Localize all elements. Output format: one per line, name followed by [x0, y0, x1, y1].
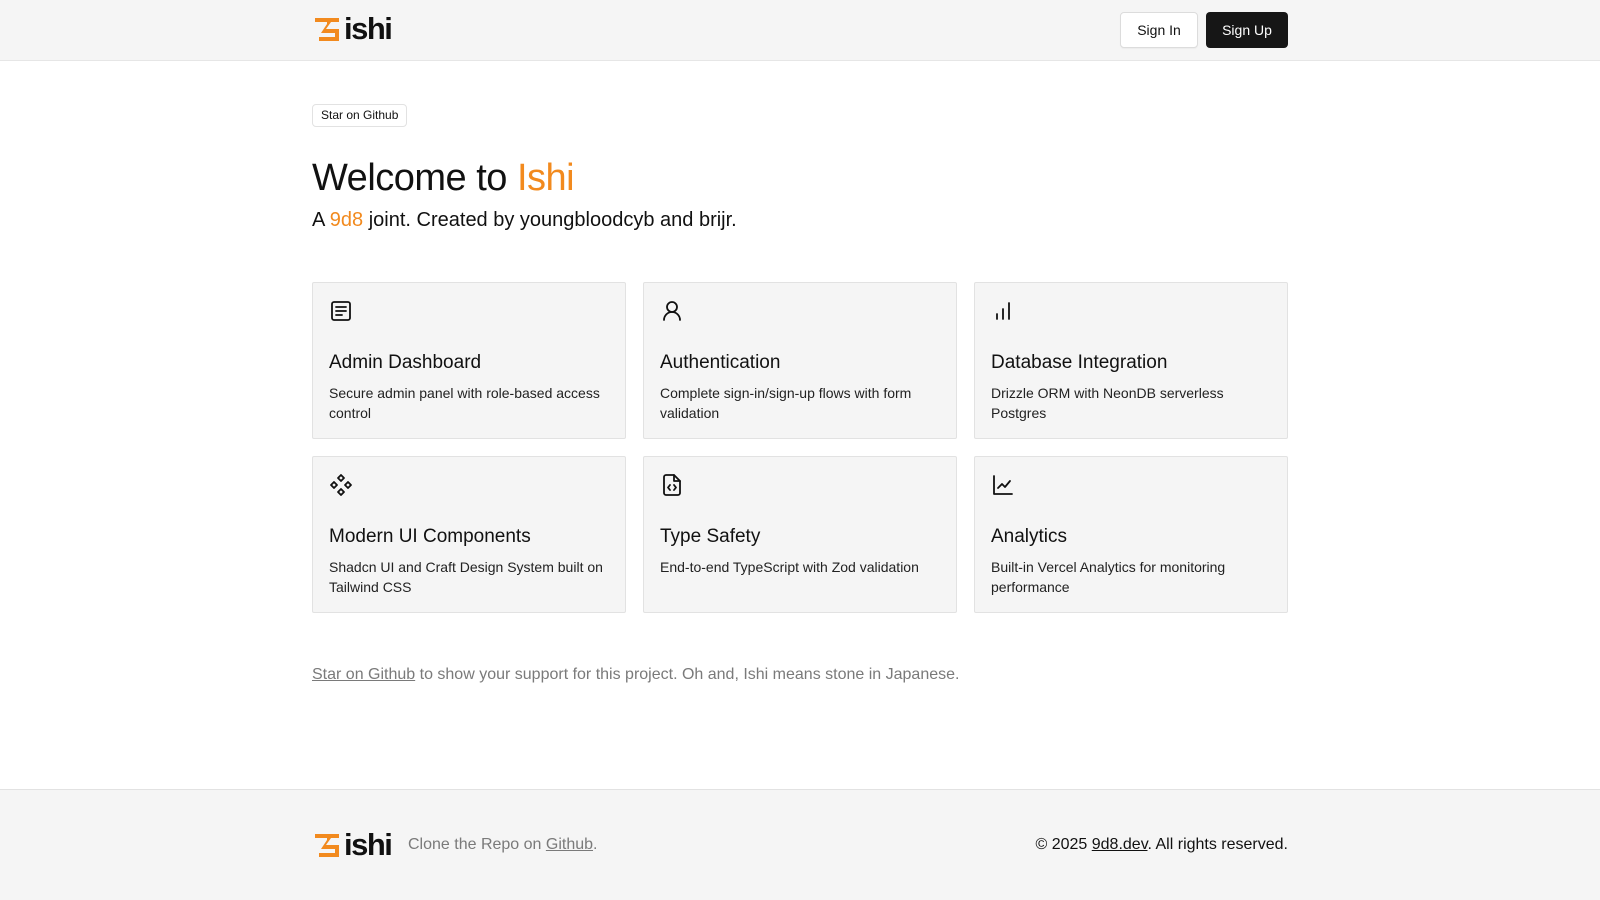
title-prefix: Welcome to	[312, 157, 517, 199]
title-accent: Ishi	[516, 157, 575, 199]
clone-suffix: .	[593, 836, 598, 853]
footer: ishi Clone the Repo on Github. © 2025 9d…	[0, 789, 1600, 900]
copyright-suffix: . All rights reserved.	[1147, 836, 1289, 853]
user-icon	[660, 299, 684, 323]
sign-up-button[interactable]: Sign Up	[1206, 12, 1288, 48]
feature-card-database-integration: Database Integration Drizzle ORM with Ne…	[974, 282, 1288, 439]
clone-prefix: Clone the Repo on	[408, 836, 546, 853]
feature-card-modern-ui-components: Modern UI Components Shadcn UI and Craft…	[312, 456, 626, 613]
feature-description: Complete sign-in/sign-up flows with form…	[660, 385, 912, 421]
feature-card-admin-dashboard: Admin Dashboard Secure admin panel with …	[312, 282, 626, 439]
page-title: Welcome to Ishi	[312, 154, 575, 202]
star-on-github-link[interactable]: Star on Github	[312, 666, 415, 683]
feature-card-analytics: Analytics Built-in Vercel Analytics for …	[974, 456, 1288, 613]
page-subtitle: A 9d8 joint. Created by youngbloodcyb an…	[312, 206, 737, 234]
logo-text: ishi	[344, 827, 393, 862]
copyright-prefix: © 2025	[1035, 836, 1092, 853]
components-icon	[329, 473, 353, 497]
feature-description: End-to-end TypeScript with Zod validatio…	[660, 559, 919, 575]
github-link[interactable]: Github	[546, 836, 593, 853]
9d8-dev-link[interactable]: 9d8.dev	[1092, 836, 1148, 853]
star-on-github-badge[interactable]: Star on Github	[312, 104, 408, 127]
feature-description: Built-in Vercel Analytics for monitoring…	[991, 559, 1226, 595]
feature-description: Drizzle ORM with NeonDB serverless Postg…	[991, 385, 1224, 421]
support-message: to show your support for this project. O…	[415, 666, 960, 683]
feature-grid: Admin Dashboard Secure admin panel with …	[312, 282, 1288, 613]
feature-description: Shadcn UI and Craft Design System built …	[329, 559, 603, 595]
feature-title: Admin Dashboard	[329, 352, 482, 373]
ishi-logo-icon	[315, 834, 339, 857]
feature-title: Database Integration	[991, 352, 1168, 373]
footer-ishi-logo[interactable]: ishi	[312, 827, 393, 862]
document-icon	[329, 299, 353, 323]
logo-text: ishi	[344, 11, 393, 46]
feature-title: Type Safety	[660, 526, 761, 547]
bar-chart-icon	[991, 299, 1015, 323]
feature-card-type-safety: Type Safety End-to-end TypeScript with Z…	[643, 456, 957, 613]
sign-in-button[interactable]: Sign In	[1120, 12, 1198, 48]
ishi-logo[interactable]: ishi	[312, 11, 393, 46]
subtitle-prefix: A	[312, 209, 330, 231]
feature-card-authentication: Authentication Complete sign-in/sign-up …	[643, 282, 957, 439]
ishi-logo-icon	[315, 18, 339, 41]
subtitle-suffix: joint. Created by youngbloodcyb and brij…	[363, 209, 737, 231]
feature-title: Modern UI Components	[329, 526, 531, 547]
subtitle-accent: 9d8	[329, 209, 364, 231]
copyright: © 2025 9d8.dev. All rights reserved.	[1035, 834, 1288, 856]
top-nav: ishi Sign In Sign Up	[0, 0, 1600, 61]
file-code-icon	[660, 473, 684, 497]
feature-title: Analytics	[991, 526, 1068, 547]
feature-title: Authentication	[660, 352, 781, 373]
feature-description: Secure admin panel with role-based acces…	[329, 385, 600, 421]
clone-repo-text: Clone the Repo on Github.	[408, 834, 597, 856]
support-text: Star on Github to show your support for …	[312, 664, 959, 686]
line-chart-icon	[991, 473, 1015, 497]
